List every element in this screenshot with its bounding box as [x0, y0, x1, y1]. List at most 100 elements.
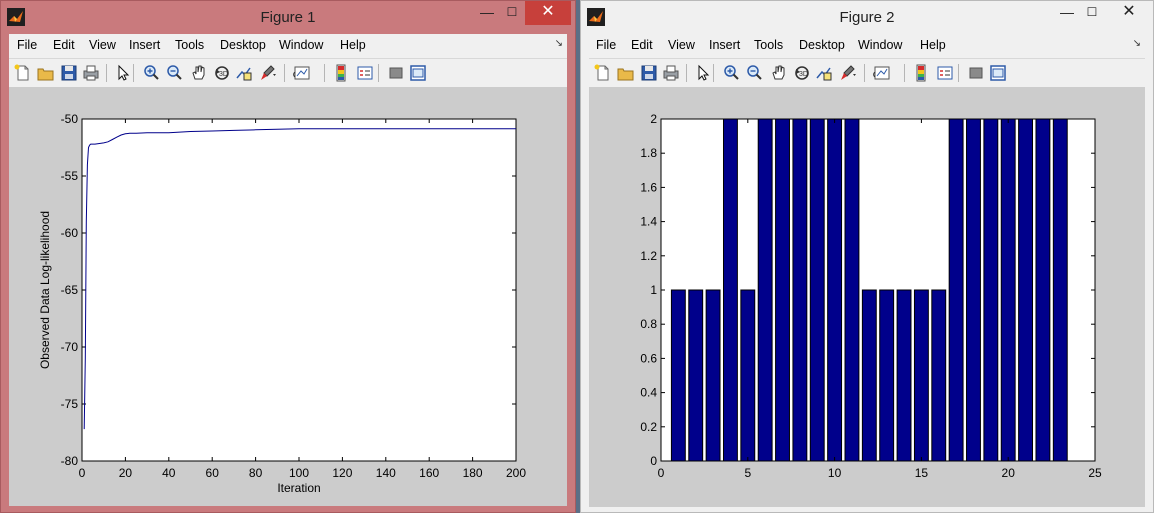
y-tick-label: 1 — [650, 283, 657, 297]
toolbar-separator — [106, 64, 107, 82]
toolbar-separator — [133, 64, 134, 82]
menu-tools[interactable]: Tools — [175, 38, 204, 52]
menu-edit[interactable]: Edit — [631, 38, 653, 52]
toolbar-separator — [378, 64, 379, 82]
y-tick-label: 2 — [650, 112, 657, 126]
x-tick-label: 80 — [249, 466, 263, 480]
bar-17 — [948, 118, 964, 462]
close-button[interactable]: ✕ — [525, 1, 571, 25]
menu-tools[interactable]: Tools — [754, 38, 783, 52]
hide-plot-tools-icon[interactable] — [386, 63, 406, 83]
bar-4 — [722, 118, 738, 462]
pan-hand-icon[interactable] — [189, 63, 209, 83]
data-cursor-icon[interactable] — [234, 63, 254, 83]
bar-23 — [1052, 118, 1068, 462]
bar-1 — [670, 289, 686, 462]
insert-legend-icon[interactable] — [355, 63, 375, 83]
y-tick-label: 0.2 — [640, 420, 657, 434]
x-tick-label: 40 — [162, 466, 176, 480]
hide-plot-tools-icon[interactable] — [966, 63, 986, 83]
link-plot-icon[interactable] — [872, 63, 892, 83]
menu-desktop[interactable]: Desktop — [220, 38, 266, 52]
figure2-menubar: File Edit View Insert Tools Desktop Wind… — [589, 34, 1145, 58]
bar-7 — [775, 118, 790, 462]
insert-colorbar-icon[interactable] — [331, 63, 351, 83]
open-file-icon[interactable] — [36, 63, 56, 83]
insert-legend-icon[interactable] — [935, 63, 955, 83]
y-tick-label: 0 — [650, 454, 657, 468]
menu-file[interactable]: File — [17, 38, 37, 52]
menu-window[interactable]: Window — [279, 38, 323, 52]
minimize-button[interactable]: — — [1057, 1, 1077, 25]
print-icon[interactable] — [81, 63, 101, 83]
show-plot-tools-icon[interactable] — [988, 63, 1008, 83]
insert-colorbar-icon[interactable] — [911, 63, 931, 83]
menu-edit[interactable]: Edit — [53, 38, 75, 52]
dock-arrow-icon[interactable]: ↘ — [555, 38, 563, 49]
x-tick-label: 0 — [79, 466, 86, 480]
brush-icon[interactable] — [258, 63, 278, 83]
menu-help[interactable]: Help — [340, 38, 366, 52]
bar-22 — [1035, 118, 1051, 462]
save-icon[interactable] — [59, 63, 79, 83]
y-axis-label: Observed Data Log-likelihood — [38, 211, 52, 369]
maximize-button[interactable]: ☐ — [501, 1, 523, 25]
bar-9 — [809, 118, 825, 462]
y-tick-label: -75 — [61, 397, 79, 411]
brush-icon[interactable] — [838, 63, 858, 83]
x-tick-label: 100 — [289, 466, 309, 480]
x-tick-label: 120 — [332, 466, 352, 480]
menu-view[interactable]: View — [89, 38, 116, 52]
new-figure-icon[interactable] — [593, 63, 613, 83]
bar-21 — [1018, 118, 1034, 462]
new-figure-icon[interactable] — [13, 63, 33, 83]
rotate-3d-icon[interactable]: 3D — [212, 63, 232, 83]
pan-hand-icon[interactable] — [769, 63, 789, 83]
zoom-out-icon[interactable] — [745, 63, 765, 83]
bar-6 — [757, 118, 773, 462]
rotate-3d-icon[interactable]: 3D — [792, 63, 812, 83]
open-file-icon[interactable] — [616, 63, 636, 83]
menu-window[interactable]: Window — [858, 38, 902, 52]
zoom-in-icon[interactable] — [722, 63, 742, 83]
y-tick-label: -60 — [61, 226, 79, 240]
figure2-canvas: 0 5 10 15 20 25 0 0.2 0.4 0.6 0.8 1 1.2 1.4 1.6 1.8 2 — [589, 87, 1145, 507]
dock-arrow-icon[interactable]: ↘ — [1133, 38, 1141, 49]
menu-file[interactable]: File — [596, 38, 616, 52]
figure1-canvas: 0 20 40 60 80 100 120 140 160 180 200 -80 -75 -70 -65 -… — [9, 87, 567, 506]
x-tick-label: 0 — [658, 466, 665, 480]
bar-18 — [966, 118, 981, 462]
figure2-titlebar[interactable]: Figure 2 — ☐ ✕ — [581, 1, 1153, 33]
save-icon[interactable] — [639, 63, 659, 83]
link-plot-icon[interactable] — [292, 63, 312, 83]
x-tick-label: 180 — [463, 466, 483, 480]
minimize-button[interactable]: — — [477, 1, 497, 25]
y-tick-label: 1.6 — [640, 180, 657, 194]
y-tick-label: 1.2 — [640, 249, 657, 263]
x-tick-label: 140 — [376, 466, 396, 480]
zoom-in-icon[interactable] — [142, 63, 162, 83]
edit-plot-arrow-icon[interactable] — [113, 63, 133, 83]
maximize-button[interactable]: ☐ — [1081, 1, 1103, 25]
zoom-out-icon[interactable] — [165, 63, 185, 83]
close-button[interactable]: ✕ — [1109, 1, 1149, 25]
x-tick-label: 160 — [419, 466, 439, 480]
edit-plot-arrow-icon[interactable] — [693, 63, 713, 83]
menu-insert[interactable]: Insert — [129, 38, 160, 52]
menu-desktop[interactable]: Desktop — [799, 38, 845, 52]
figure2-window: Figure 2 — ☐ ✕ File Edit View Insert Too… — [580, 0, 1154, 513]
figure1-menubar: File Edit View Insert Tools Desktop Wind… — [9, 34, 567, 58]
menu-view[interactable]: View — [668, 38, 695, 52]
menu-help[interactable]: Help — [920, 38, 946, 52]
toolbar-separator — [324, 64, 325, 82]
figure1-titlebar[interactable]: Figure 1 — ☐ ✕ — [1, 1, 575, 33]
menu-insert[interactable]: Insert — [709, 38, 740, 52]
figure2-toolbar: 3D — [589, 58, 1145, 87]
svg-text:3D: 3D — [219, 71, 228, 78]
figure1-window: Figure 1 — ☐ ✕ File Edit View Insert Too… — [0, 0, 576, 513]
svg-text:3D: 3D — [799, 71, 808, 78]
show-plot-tools-icon[interactable] — [408, 63, 428, 83]
data-cursor-icon[interactable] — [814, 63, 834, 83]
print-icon[interactable] — [661, 63, 681, 83]
bar-16 — [931, 289, 947, 462]
